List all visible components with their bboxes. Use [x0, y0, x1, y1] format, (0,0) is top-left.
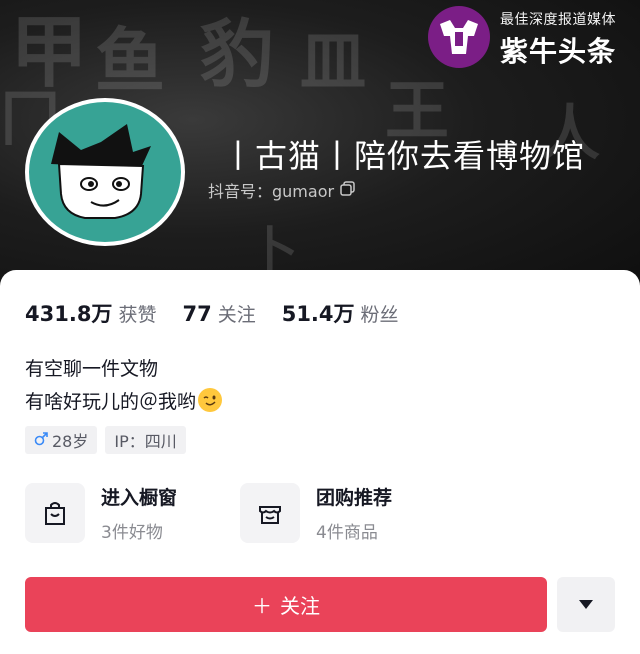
follow-button[interactable]: ＋ 关注 [25, 577, 547, 632]
bio-line: 有啥好玩儿的＠我哟 [25, 391, 197, 413]
bio-line: 有空聊一件文物 [25, 358, 159, 380]
followers-count[interactable]: 51.4万 [282, 298, 355, 328]
followers-label[interactable]: 粉丝 [361, 300, 399, 327]
group-buy-entry-text: 团购推荐 4件商品 [316, 483, 392, 543]
douyin-id-row[interactable]: 抖音号：gumaor [208, 178, 355, 202]
watermark-tagline: 最佳深度报道媒体 [500, 12, 616, 28]
watermark-brand: 紫牛头条 [500, 35, 617, 68]
likes-label: 获赞 [118, 304, 157, 326]
shopping-bag-icon [25, 483, 85, 543]
cat-cartoon-icon [51, 124, 151, 219]
likes-count: 431.8万 [25, 302, 113, 326]
showcase-title: 进入橱窗 [101, 487, 178, 509]
group-buy-title: 团购推荐 [316, 487, 393, 509]
following-count[interactable]: 77 [182, 302, 211, 326]
stats-row: 431.8万 获赞 77 关注 51.4万 粉丝 [25, 298, 425, 328]
profile-title: 丨古猫丨陪你去看博物馆 [222, 137, 586, 175]
wink-emoji-icon [198, 388, 223, 412]
copy-icon[interactable] [340, 180, 355, 200]
more-options-button[interactable] [557, 577, 615, 632]
store-icon [240, 483, 300, 543]
banner-glyph: 皿 [300, 22, 366, 100]
following-label[interactable]: 关注 [218, 300, 256, 327]
showcase-entry[interactable]: 进入橱窗 3件好物 [25, 483, 240, 543]
group-buy-entry[interactable]: 团购推荐 4件商品 [240, 483, 455, 543]
entries-row: 进入橱窗 3件好物 团购推荐 4件商品 [25, 483, 455, 543]
avatar[interactable] [25, 98, 185, 246]
showcase-entry-text: 进入橱窗 3件好物 [101, 483, 177, 543]
caret-down-icon [578, 595, 594, 614]
bio-line-2: 有啥好玩儿的＠我哟 [25, 386, 223, 419]
gender-age-tag: 28岁 [25, 426, 98, 454]
banner-glyph: 鱼 [95, 19, 165, 102]
profile-card: 431.8万 获赞 77 关注 51.4万 粉丝 有空聊一件文物 有啥好玩儿的＠… [0, 270, 640, 654]
ip-text: IP：四川 [114, 432, 177, 451]
bio: 有空聊一件文物 有啥好玩儿的＠我哟 [25, 353, 223, 419]
follow-button-label: 关注 [280, 594, 320, 618]
showcase-subtitle: 3件好物 [101, 523, 163, 543]
tags-row: 28岁 IP：四川 [25, 426, 186, 454]
male-icon [34, 431, 48, 450]
group-buy-subtitle: 4件商品 [316, 523, 378, 543]
watermark-logo [428, 6, 490, 68]
plus-icon: ＋ [252, 594, 272, 618]
age-text: 28岁 [52, 432, 89, 451]
ip-tag: IP：四川 [105, 426, 186, 454]
douyin-id-text: 抖音号：gumaor [208, 182, 335, 201]
banner-glyph: 豹 [200, 12, 274, 98]
